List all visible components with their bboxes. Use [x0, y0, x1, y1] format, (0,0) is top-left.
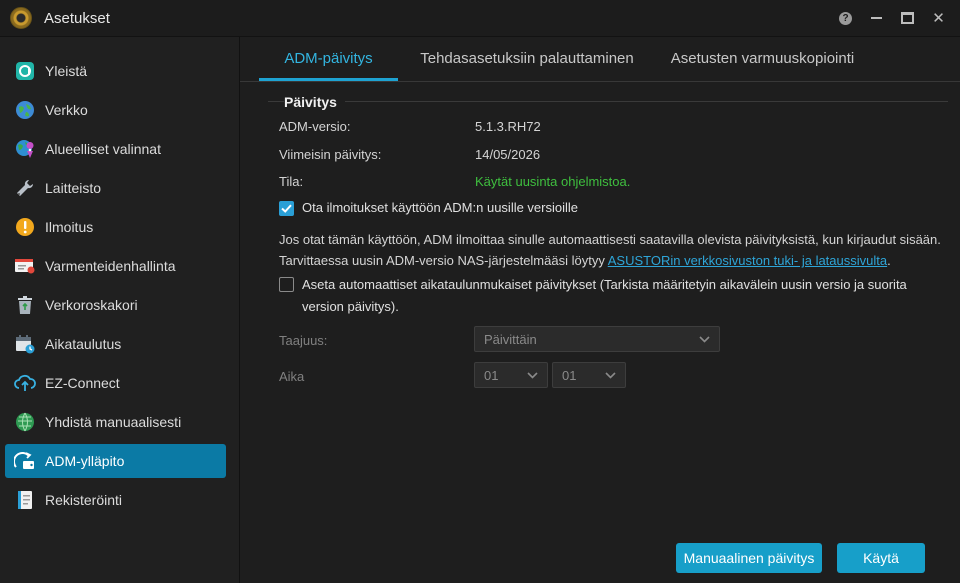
tab-bar: ADM-päivitys Tehdasasetuksiin palauttami… [240, 37, 960, 82]
hour-value: 01 [484, 367, 499, 383]
sidebar-item-registration[interactable]: Rekisteröinti [5, 483, 226, 517]
sidebar-item-regional[interactable]: Alueelliset valinnat [5, 132, 226, 166]
registration-icon [14, 489, 36, 511]
sidebar: Yleistä Verkko Alueelliset valinnat Lait… [0, 37, 240, 583]
network-globe-icon [14, 99, 36, 121]
section-title-update: Päivitys [284, 94, 345, 110]
title-bar: Asetukset ? ✕ [0, 0, 960, 37]
help-button[interactable]: ? [830, 0, 861, 36]
sidebar-item-label: Verkoroskakori [45, 297, 138, 313]
sidebar-item-recycle-bin[interactable]: Verkoroskakori [5, 288, 226, 322]
sidebar-item-general[interactable]: Yleistä [5, 54, 226, 88]
help-icon: ? [839, 11, 852, 25]
active-tab-indicator [259, 78, 398, 81]
sidebar-item-adm-maintenance[interactable]: ADM-ylläpito [5, 444, 226, 478]
adm-version-label: ADM-versio: [279, 119, 351, 134]
status-value: Käytät uusinta ohjelmistoa. [475, 174, 631, 189]
description-end: . [887, 253, 891, 268]
sidebar-item-ez-connect[interactable]: EZ-Connect [5, 366, 226, 400]
sidebar-item-label: EZ-Connect [45, 375, 120, 391]
connect-globe-icon [14, 411, 36, 433]
maximize-icon [901, 12, 914, 24]
maximize-button[interactable] [892, 0, 923, 36]
window-title: Asetukset [44, 9, 110, 27]
sidebar-item-label: Verkko [45, 102, 88, 118]
sidebar-item-certificates[interactable]: Varmenteidenhallinta [5, 249, 226, 283]
manual-update-button[interactable]: Manuaalinen päivitys [676, 543, 822, 573]
minimize-button[interactable] [861, 0, 892, 36]
adm-version-value: 5.1.3.RH72 [475, 119, 541, 134]
calendar-clock-icon [14, 333, 36, 355]
sidebar-item-notification[interactable]: Ilmoitus [5, 210, 226, 244]
notify-description: Jos otat tämän käyttöön, ADM ilmoittaa s… [279, 229, 959, 271]
sidebar-item-scheduling[interactable]: Aikataulutus [5, 327, 226, 361]
checkmark-icon [281, 204, 292, 213]
close-button[interactable]: ✕ [923, 0, 954, 36]
hardware-wrench-icon [14, 177, 36, 199]
settings-gear-icon [10, 7, 32, 29]
general-icon [14, 60, 36, 82]
maintenance-icon [14, 450, 36, 472]
auto-scheduled-update-checkbox[interactable] [279, 277, 294, 292]
status-label: Tila: [279, 174, 304, 189]
frequency-select[interactable]: Päivittäin [474, 326, 720, 352]
close-icon: ✕ [932, 10, 945, 27]
cloud-connect-icon [14, 372, 36, 394]
sidebar-item-label: Rekisteröinti [45, 492, 123, 508]
sidebar-item-manual-connect[interactable]: Yhdistä manuaalisesti [5, 405, 226, 439]
sidebar-item-network[interactable]: Verkko [5, 93, 226, 127]
time-label: Aika [279, 369, 305, 384]
sidebar-item-label: Yleistä [45, 63, 88, 79]
frequency-label: Taajuus: [279, 333, 328, 348]
chevron-down-icon [699, 335, 710, 343]
sidebar-item-label: Laitteisto [45, 180, 102, 196]
sidebar-item-label: Yhdistä manuaalisesti [45, 414, 182, 430]
section-divider [268, 101, 948, 102]
frequency-value: Päivittäin [484, 331, 537, 347]
sidebar-item-label: Alueelliset valinnat [45, 141, 161, 157]
hour-select[interactable]: 01 [474, 362, 548, 388]
apply-button[interactable]: Käytä [837, 543, 925, 573]
notify-new-versions-checkbox[interactable] [279, 201, 294, 216]
chevron-down-icon [527, 371, 538, 379]
notify-new-versions-label[interactable]: Ota ilmoitukset käyttöön ADM:n uusille v… [302, 197, 578, 219]
notification-exclamation-icon [14, 216, 36, 238]
minute-value: 01 [562, 367, 577, 383]
asustor-support-link[interactable]: ASUSTORin verkkosivuston tuki- ja lataus… [608, 253, 887, 268]
settings-window: Asetukset ? ✕ Yleistä Verkko Alueelliset… [0, 0, 960, 583]
sidebar-item-hardware[interactable]: Laitteisto [5, 171, 226, 205]
chevron-down-icon [605, 371, 616, 379]
latest-update-label: Viimeisin päivitys: [279, 147, 382, 162]
content-panel: ADM-päivitys Tehdasasetuksiin palauttami… [240, 37, 960, 583]
auto-scheduled-update-label[interactable]: Aseta automaattiset aikataulunmukaiset p… [302, 274, 952, 318]
latest-update-value: 14/05/2026 [475, 147, 541, 162]
sidebar-item-label: Ilmoitus [45, 219, 94, 235]
minimize-icon [871, 17, 882, 19]
tab-settings-backup[interactable]: Asetusten varmuuskopiointi [660, 37, 865, 81]
sidebar-item-label: Varmenteidenhallinta [45, 258, 176, 274]
minute-select[interactable]: 01 [552, 362, 626, 388]
tab-adm-update[interactable]: ADM-päivitys [259, 37, 398, 81]
sidebar-item-label: Aikataulutus [45, 336, 122, 352]
recycle-bin-icon [14, 294, 36, 316]
window-controls: ? ✕ [830, 0, 954, 36]
tab-factory-reset[interactable]: Tehdasasetuksiin palauttaminen [412, 37, 642, 81]
certificate-icon [14, 255, 36, 277]
sidebar-item-label: ADM-ylläpito [45, 453, 125, 469]
regional-globe-pin-icon [14, 138, 36, 160]
